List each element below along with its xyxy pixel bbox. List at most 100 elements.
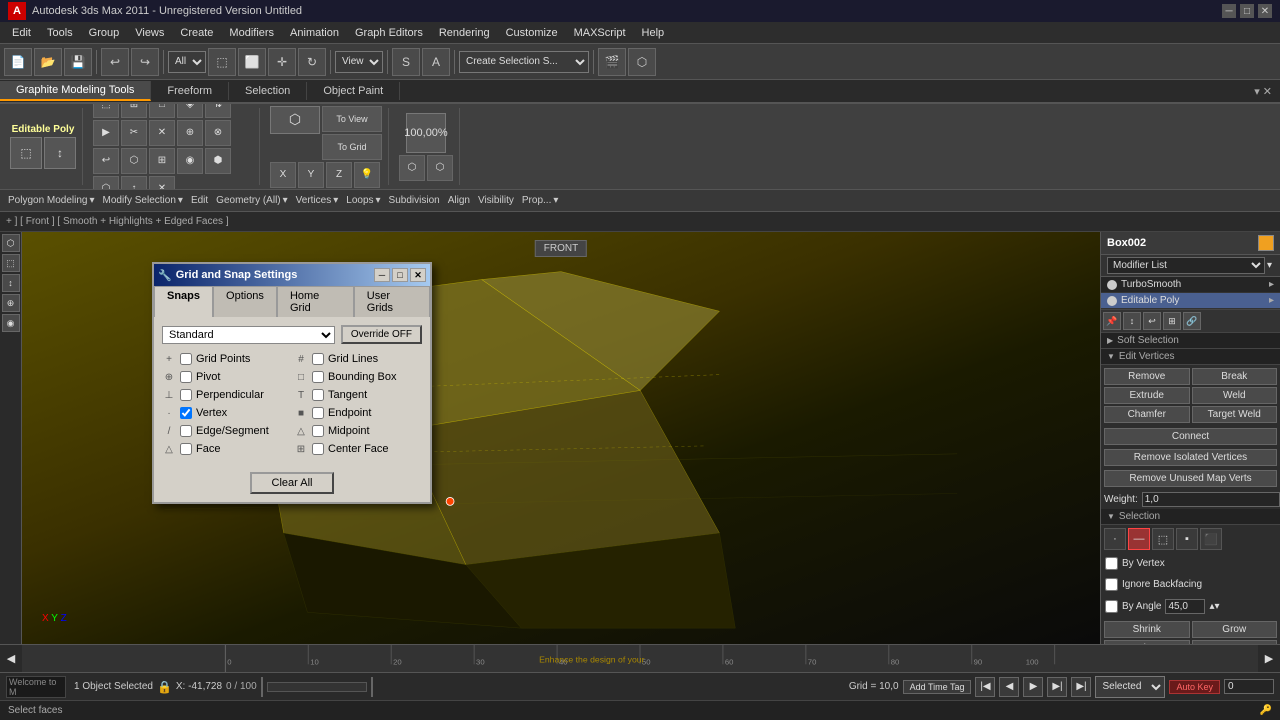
remove-unused-btn[interactable]: Remove Unused Map Verts: [1104, 470, 1277, 487]
menu-modifiers[interactable]: Modifiers: [221, 25, 282, 41]
center-face-cb[interactable]: [312, 443, 324, 455]
go-to-end-btn[interactable]: ▶|: [1071, 677, 1091, 697]
ribbon-small-15[interactable]: ⬢: [205, 148, 231, 174]
target-weld-btn[interactable]: Target Weld: [1192, 406, 1278, 423]
axis-z-btn[interactable]: Z: [326, 162, 352, 188]
vertex-mode-btn[interactable]: ·: [1104, 528, 1126, 550]
pivot-cb[interactable]: [180, 371, 192, 383]
vertex-cb[interactable]: [180, 407, 192, 419]
connect-btn[interactable]: Connect: [1104, 428, 1277, 445]
visibility-menu[interactable]: Visibility: [478, 195, 514, 206]
menu-group[interactable]: Group: [81, 25, 128, 41]
tangent-cb[interactable]: [312, 389, 324, 401]
ribbon-small-16[interactable]: ⬡: [93, 176, 119, 191]
angle-spinner[interactable]: ▴▾: [1209, 601, 1219, 612]
edge-mode-btn[interactable]: —: [1128, 528, 1150, 550]
ribbon-small-6[interactable]: ▶: [93, 120, 119, 146]
grid-points-cb[interactable]: [180, 353, 192, 365]
edit-vertices-arrow[interactable]: ▼: [1107, 352, 1115, 361]
menu-customize[interactable]: Customize: [498, 25, 566, 41]
play-btn[interactable]: ▶: [1023, 677, 1043, 697]
render-btn[interactable]: 🎬: [598, 48, 626, 76]
menu-graph-editors[interactable]: Graph Editors: [347, 25, 431, 41]
dialog-minimize-btn[interactable]: ─: [374, 268, 390, 282]
next-frame-btn[interactable]: ▶|: [1047, 677, 1067, 697]
undo-btn[interactable]: ↩: [101, 48, 129, 76]
ribbon-btn-1[interactable]: ⬚: [10, 137, 42, 169]
make-planar-btn[interactable]: ⬡: [270, 106, 320, 134]
ribbon-small-10[interactable]: ⊗: [205, 120, 231, 146]
tab-object-paint[interactable]: Object Paint: [307, 82, 400, 100]
redo-btn[interactable]: ↪: [131, 48, 159, 76]
dialog-tab-user-grids[interactable]: User Grids: [354, 286, 430, 317]
dialog-tab-options[interactable]: Options: [213, 286, 277, 317]
dialog-maximize-btn[interactable]: □: [392, 268, 408, 282]
remove-isolated-btn[interactable]: Remove Isolated Vertices: [1104, 449, 1277, 466]
by-angle-cb[interactable]: [1105, 600, 1118, 613]
editable-poly-expand[interactable]: ▸: [1269, 295, 1274, 306]
viewport[interactable]: FRONT X Y Z 🔧 Grid and Snap Settings ─: [22, 232, 1100, 644]
clear-all-btn[interactable]: Clear All: [250, 472, 335, 494]
ribbon-small-12[interactable]: ⬡: [121, 148, 147, 174]
grow-btn[interactable]: Grow: [1192, 621, 1278, 638]
add-time-tag-btn[interactable]: Add Time Tag: [903, 680, 972, 694]
timeline-left-btn[interactable]: ◀: [0, 645, 22, 672]
to-grid-btn[interactable]: To Grid: [322, 134, 382, 160]
tab-selection[interactable]: Selection: [229, 82, 307, 100]
select-obj-btn[interactable]: ⬚: [208, 48, 236, 76]
turbosmooth-item[interactable]: TurboSmooth ▸: [1101, 277, 1280, 293]
ribbon-small-11[interactable]: ↩: [93, 148, 119, 174]
auto-key-btn[interactable]: Auto Key: [1169, 680, 1220, 694]
material-editor-btn[interactable]: ⬡: [628, 48, 656, 76]
lock-icon[interactable]: 🔒: [157, 680, 172, 694]
face-cb[interactable]: [180, 443, 192, 455]
menu-views[interactable]: Views: [127, 25, 172, 41]
modifier-list-dropdown[interactable]: Modifier List: [1107, 257, 1265, 274]
turbosmooth-expand[interactable]: ▸: [1269, 279, 1274, 290]
to-view-btn[interactable]: To View: [322, 106, 382, 132]
edit-menu[interactable]: Edit: [191, 195, 208, 206]
geometry-all-menu[interactable]: Geometry (All) ▾: [216, 195, 287, 206]
left-tool-2[interactable]: ⬚: [2, 254, 20, 272]
ribbon-small-18[interactable]: ✕: [149, 176, 175, 191]
menu-maxscript[interactable]: MAXScript: [566, 25, 634, 41]
axis-x-btn[interactable]: X: [270, 162, 296, 188]
vertices-menu[interactable]: Vertices ▾: [296, 195, 339, 206]
left-tool-4[interactable]: ⊕: [2, 294, 20, 312]
light-btn[interactable]: 💡: [354, 162, 380, 188]
break-btn[interactable]: Break: [1192, 368, 1278, 385]
menu-edit[interactable]: Edit: [4, 25, 39, 41]
ignore-backfacing-cb[interactable]: [1105, 578, 1118, 591]
weight-input[interactable]: [1142, 492, 1280, 507]
left-tool-5[interactable]: ◉: [2, 314, 20, 332]
stack-link-btn[interactable]: 🔗: [1183, 312, 1201, 330]
angle-snap-btn[interactable]: A: [422, 48, 450, 76]
dialog-close-btn[interactable]: ✕: [410, 268, 426, 282]
object-color-swatch[interactable]: [1258, 235, 1274, 251]
angle-input[interactable]: [1165, 599, 1205, 614]
stack-move-btn[interactable]: ↕: [1123, 312, 1141, 330]
prop-menu[interactable]: Prop... ▾: [522, 195, 559, 206]
current-frame-input[interactable]: [1224, 679, 1274, 694]
progress-handle-right[interactable]: [371, 677, 373, 697]
ribbon-small-9[interactable]: ⊕: [177, 120, 203, 146]
modify-selection-menu[interactable]: Modify Selection ▾: [103, 195, 183, 206]
menu-help[interactable]: Help: [634, 25, 673, 41]
ribbon-btn-2[interactable]: ↕: [44, 137, 76, 169]
all-select[interactable]: All: [168, 51, 206, 73]
polygon-mode-btn[interactable]: ▪: [1176, 528, 1198, 550]
menu-tools[interactable]: Tools: [39, 25, 81, 41]
stack-scale-btn[interactable]: ⊞: [1163, 312, 1181, 330]
go-to-start-btn[interactable]: |◀: [975, 677, 995, 697]
border-mode-btn[interactable]: ⬚: [1152, 528, 1174, 550]
prev-frame-btn[interactable]: ◀: [999, 677, 1019, 697]
override-off-btn[interactable]: Override OFF: [341, 325, 422, 344]
soft-selection-arrow[interactable]: ▶: [1107, 336, 1113, 345]
percent-btn[interactable]: 100,00%: [406, 113, 446, 153]
ribbon-disp-1[interactable]: ⬡: [399, 155, 425, 181]
menu-animation[interactable]: Animation: [282, 25, 347, 41]
ribbon-small-3[interactable]: □: [149, 104, 175, 118]
extrude-btn[interactable]: Extrude: [1104, 387, 1190, 404]
menu-rendering[interactable]: Rendering: [431, 25, 498, 41]
dialog-tab-home-grid[interactable]: Home Grid: [277, 286, 354, 317]
